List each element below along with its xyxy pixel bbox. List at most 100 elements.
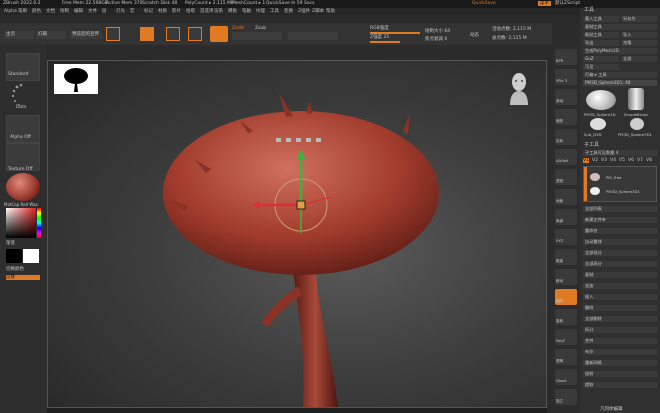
head-orientation-icon[interactable] bbox=[506, 71, 532, 105]
edit-icon[interactable] bbox=[106, 27, 120, 41]
zsub-button[interactable]: Zsub bbox=[255, 26, 266, 31]
z-slider[interactable] bbox=[370, 41, 400, 43]
subtool-action-button[interactable]: 全部列表 bbox=[583, 206, 657, 212]
subtool-scroll[interactable] bbox=[584, 167, 587, 201]
view-button[interactable]: 滚动 bbox=[555, 89, 577, 105]
subtool-action-button[interactable]: 全部高分 bbox=[583, 261, 657, 267]
clone-button[interactable]: 克隆 bbox=[621, 40, 657, 46]
view-button[interactable]: BPR bbox=[555, 49, 577, 65]
subtool-action-button[interactable]: 全部低分 bbox=[583, 250, 657, 256]
subtool-level[interactable]: V4 bbox=[610, 158, 616, 163]
subtool-level[interactable]: V7 bbox=[637, 158, 643, 163]
subtool-action-button[interactable]: 追加 bbox=[583, 283, 657, 289]
quicksave-button[interactable]: QuickSave bbox=[472, 1, 496, 6]
menu-item[interactable]: 模板 bbox=[228, 9, 237, 14]
view-button[interactable]: 局部 bbox=[555, 209, 577, 225]
menu-item[interactable]: 变换 bbox=[284, 9, 293, 14]
subtool-level[interactable]: V5 bbox=[619, 158, 625, 163]
subtool-action-button[interactable]: 删除 bbox=[583, 305, 657, 311]
menu-item[interactable]: 工具 bbox=[270, 9, 279, 14]
menu-item[interactable]: 文件 bbox=[88, 9, 97, 14]
menu-item[interactable]: 笔刷 bbox=[18, 9, 27, 14]
color-picker[interactable] bbox=[6, 208, 36, 238]
viewport-canvas[interactable] bbox=[47, 60, 547, 408]
tool-thumb-sphere[interactable] bbox=[586, 90, 616, 110]
menu-item[interactable]: 笔触 bbox=[242, 9, 251, 14]
view-button[interactable]: PolyF bbox=[555, 329, 577, 345]
subtool-action-button[interactable]: 复制 bbox=[583, 272, 657, 278]
subtool-action-button[interactable]: 插入 bbox=[583, 294, 657, 300]
subtool-item-0[interactable]: PM_Tree bbox=[606, 175, 621, 180]
zadd-slider[interactable] bbox=[232, 32, 282, 40]
hue-slider[interactable] bbox=[37, 208, 41, 238]
copy-tool-button[interactable]: 复制工具 bbox=[583, 24, 657, 30]
goz-button[interactable]: GoZ bbox=[583, 56, 619, 62]
geometry-edit-footer[interactable]: 几何体编辑 bbox=[600, 407, 623, 412]
mrgb-button[interactable] bbox=[210, 26, 228, 42]
subtool-action-button[interactable]: 重命名 bbox=[583, 228, 657, 234]
menu-item[interactable]: 文档 bbox=[46, 9, 55, 14]
menu-item[interactable]: 材质 bbox=[158, 9, 167, 14]
subtool-thumb-sphere[interactable] bbox=[590, 187, 600, 195]
save-as-button[interactable]: 另存为 bbox=[621, 16, 657, 22]
lightbox-button[interactable]: 灯箱 bbox=[36, 31, 66, 39]
import-button[interactable]: 导入 bbox=[621, 32, 657, 38]
view-button[interactable]: 缩放 bbox=[555, 109, 577, 125]
menu-item[interactable]: Alpha bbox=[4, 9, 17, 14]
view-button[interactable]: 实际 bbox=[555, 129, 577, 145]
view-button[interactable]: 透明 bbox=[555, 349, 577, 365]
paste-tool-button[interactable]: 粘贴工具 bbox=[583, 32, 619, 38]
view-button[interactable]: 移动 bbox=[555, 269, 577, 285]
view-button[interactable]: 独立 bbox=[555, 389, 577, 405]
subtool-action-button[interactable]: 布尔 bbox=[583, 349, 657, 355]
make-polymesh-button[interactable]: 生成PolyMesh3D bbox=[583, 48, 657, 54]
tool-thumb-cylinder[interactable] bbox=[628, 88, 644, 110]
subtool-action-button[interactable]: 提取 bbox=[583, 382, 657, 388]
secondary-color[interactable] bbox=[23, 249, 39, 263]
zscript-button[interactable]: 默认ZScript bbox=[555, 1, 580, 6]
home-button[interactable]: 主页 bbox=[4, 31, 34, 39]
menu-item[interactable]: 影片 bbox=[172, 9, 181, 14]
subtool-action-button[interactable]: 重新网格 bbox=[583, 360, 657, 366]
material-sphere[interactable] bbox=[6, 173, 40, 201]
subtool-action-button[interactable]: 自动重排 bbox=[583, 239, 657, 245]
subtool-level[interactable]: V8 bbox=[646, 158, 652, 163]
menu-item[interactable]: 首选项 bbox=[200, 9, 214, 14]
subtool-level[interactable]: V3 bbox=[601, 158, 607, 163]
gradient-label[interactable]: 渐变 bbox=[6, 241, 15, 246]
tool-thumb-subd[interactable] bbox=[590, 118, 606, 130]
menus-button[interactable]: 菜单 bbox=[538, 1, 551, 6]
menu-item[interactable]: 灯光 bbox=[116, 9, 125, 14]
subtool-level[interactable]: V6 bbox=[628, 158, 634, 163]
menu-item[interactable]: Z插件 bbox=[298, 9, 310, 14]
subtool-action-button[interactable]: 合并 bbox=[583, 338, 657, 344]
menu-item[interactable]: 绘制 bbox=[60, 9, 69, 14]
menu-item[interactable]: 拾取 bbox=[186, 9, 195, 14]
menu-item[interactable]: 纹理 bbox=[256, 9, 265, 14]
switch-color-button[interactable]: 切换颜色 bbox=[6, 267, 24, 272]
menu-item[interactable]: 编辑 bbox=[74, 9, 83, 14]
rotate-icon[interactable] bbox=[188, 27, 202, 41]
load-tool-button[interactable]: 载入工具 bbox=[583, 16, 619, 22]
menu-item[interactable]: 宏 bbox=[130, 9, 135, 14]
subtool-action-button[interactable]: 全部删除 bbox=[583, 316, 657, 322]
primary-color[interactable] bbox=[6, 249, 22, 263]
menu-item[interactable]: Z脚本 bbox=[312, 9, 324, 14]
view-button[interactable]: 旋转 bbox=[555, 309, 577, 325]
view-button[interactable]: 透视 bbox=[555, 169, 577, 185]
subtool-thumb-tree[interactable] bbox=[590, 173, 600, 181]
menu-item[interactable]: 颜色 bbox=[32, 9, 41, 14]
subtool-action-button[interactable]: 拆分 bbox=[583, 327, 657, 333]
preview-button[interactable]: 预览后的宣传 bbox=[70, 31, 102, 39]
move-icon[interactable] bbox=[166, 27, 180, 41]
menu-item[interactable]: 帮助 bbox=[326, 9, 335, 14]
draw-icon[interactable] bbox=[140, 27, 154, 41]
zadd-button[interactable]: Zadd bbox=[232, 26, 244, 31]
view-button[interactable]: 框架 bbox=[555, 249, 577, 265]
view-button[interactable]: XYZ bbox=[555, 229, 577, 245]
menu-item[interactable]: 渲染 bbox=[214, 9, 223, 14]
alternate-button[interactable]: 交替 bbox=[6, 275, 40, 280]
dynamic-label[interactable]: 动态 bbox=[470, 33, 479, 38]
rgb-slider[interactable] bbox=[370, 32, 420, 34]
subtool-action-button[interactable]: 新建文件夹 bbox=[583, 217, 657, 223]
